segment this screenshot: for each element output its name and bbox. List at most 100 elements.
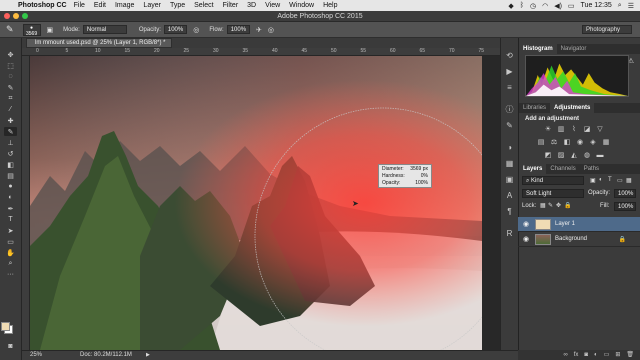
properties-panel-icon[interactable]: ≡ bbox=[504, 82, 516, 94]
color-lookup-icon[interactable]: ▦ bbox=[602, 139, 610, 146]
brush-preset-picker[interactable]: ● 3569 bbox=[20, 23, 41, 37]
close-window-button[interactable] bbox=[4, 13, 10, 19]
filter-type-icon[interactable]: T bbox=[608, 177, 612, 183]
tab-adjustments[interactable]: Adjustments bbox=[550, 103, 595, 113]
zoom-level[interactable]: 25% bbox=[30, 351, 42, 360]
levels-icon[interactable]: ▥ bbox=[557, 126, 565, 133]
canvas-area[interactable]: ➤ bbox=[30, 56, 518, 350]
filter-shape-icon[interactable]: ▭ bbox=[617, 177, 623, 184]
type-tool-icon[interactable]: T bbox=[4, 215, 17, 224]
layer-filter-kind-dropdown[interactable]: ⌕ Kind bbox=[522, 176, 584, 185]
dropbox-icon[interactable]: ◆ bbox=[508, 2, 513, 10]
brush-panel-toggle-icon[interactable]: ▣ bbox=[47, 26, 54, 34]
lock-transparent-icon[interactable]: ▦ bbox=[540, 202, 546, 209]
gradient-tool-icon[interactable]: ▤ bbox=[4, 171, 17, 180]
new-layer-icon[interactable]: ⊞ bbox=[615, 350, 620, 360]
tab-libraries[interactable]: Libraries bbox=[519, 103, 550, 113]
blend-mode-dropdown[interactable]: Soft Light bbox=[522, 189, 584, 198]
styles-panel-icon[interactable]: ▣ bbox=[504, 174, 516, 186]
menu-filter[interactable]: Filter bbox=[223, 2, 239, 9]
lock-position-icon[interactable]: ✥ bbox=[556, 202, 561, 209]
brush-panel-icon[interactable]: ✎ bbox=[504, 120, 516, 132]
app-menu[interactable]: Photoshop CC bbox=[18, 2, 67, 9]
menu-view[interactable]: View bbox=[265, 2, 280, 9]
healing-brush-tool-icon[interactable]: ✚ bbox=[4, 116, 17, 125]
eyedropper-tool-icon[interactable]: ⁄ bbox=[4, 105, 17, 114]
path-selection-tool-icon[interactable]: ➤ bbox=[4, 226, 17, 235]
brush-tool-preset-icon[interactable]: ✎ bbox=[6, 24, 14, 35]
layer-name[interactable]: Background bbox=[555, 236, 587, 242]
move-tool-icon[interactable]: ✥ bbox=[4, 50, 17, 59]
tab-navigator[interactable]: Navigator bbox=[557, 44, 591, 54]
menu-layer[interactable]: Layer bbox=[143, 2, 161, 9]
wifi-icon[interactable]: ◠ bbox=[542, 2, 548, 10]
selective-color-icon[interactable]: ◍ bbox=[583, 152, 591, 159]
layer-row-layer-1[interactable]: ◉ Layer 1 bbox=[518, 217, 640, 232]
fill-field[interactable]: 100% bbox=[614, 202, 636, 211]
dodge-tool-icon[interactable]: ◐ bbox=[4, 193, 17, 202]
link-layers-icon[interactable]: ∞ bbox=[563, 350, 567, 360]
pen-tool-icon[interactable]: ✒ bbox=[4, 204, 17, 213]
pressure-opacity-icon[interactable]: ◎ bbox=[193, 26, 199, 34]
color-panel-icon[interactable]: ◑ bbox=[504, 142, 516, 154]
color-balance-icon[interactable]: ⚖ bbox=[550, 139, 558, 146]
marquee-tool-icon[interactable]: ⬚ bbox=[4, 61, 17, 70]
info-panel-icon[interactable]: ⓘ bbox=[504, 104, 516, 116]
mode-dropdown[interactable]: Normal bbox=[82, 25, 127, 34]
menu-select[interactable]: Select bbox=[194, 2, 213, 9]
menu-help[interactable]: Help bbox=[323, 2, 337, 9]
add-mask-icon[interactable]: ◙ bbox=[584, 350, 588, 360]
threshold-icon[interactable]: ◭ bbox=[570, 152, 578, 159]
status-menu-icon[interactable]: ▶ bbox=[146, 351, 150, 360]
filter-pixel-icon[interactable]: ▣ bbox=[590, 177, 596, 184]
hue-saturation-icon[interactable]: ▤ bbox=[537, 139, 545, 146]
hand-tool-icon[interactable]: ✋ bbox=[4, 248, 17, 257]
minimize-window-button[interactable] bbox=[13, 13, 19, 19]
posterize-icon[interactable]: ▨ bbox=[557, 152, 565, 159]
foreground-color-swatch[interactable] bbox=[1, 322, 10, 331]
paragraph-panel-icon[interactable]: ¶ bbox=[504, 206, 516, 218]
opacity-field[interactable]: 100% bbox=[163, 25, 188, 34]
brush-tool-icon[interactable]: ✎ bbox=[4, 127, 17, 136]
tab-histogram[interactable]: Histogram bbox=[519, 44, 557, 54]
blur-tool-icon[interactable]: ● bbox=[4, 182, 17, 191]
brightness-contrast-icon[interactable]: ☀ bbox=[544, 126, 552, 133]
crop-tool-icon[interactable]: ⌗ bbox=[4, 94, 17, 103]
layer-opacity-field[interactable]: 100% bbox=[614, 189, 636, 198]
new-adjustment-layer-icon[interactable]: ◐ bbox=[594, 350, 598, 360]
layer-row-background[interactable]: ◉ Background 🔒 bbox=[518, 232, 640, 247]
lasso-tool-icon[interactable]: ◌ bbox=[4, 72, 17, 81]
quick-select-tool-icon[interactable]: ✎ bbox=[4, 83, 17, 92]
flow-field[interactable]: 100% bbox=[226, 25, 251, 34]
airbrush-icon[interactable]: ✈ bbox=[256, 26, 262, 34]
timeline-panel-icon[interactable]: R bbox=[504, 228, 516, 240]
menu-edit[interactable]: Edit bbox=[94, 2, 106, 9]
swatches-panel-icon[interactable]: ▦ bbox=[504, 158, 516, 170]
workspace-switcher[interactable]: Photography bbox=[582, 25, 632, 34]
document-tab[interactable]: lm mmount used.psd @ 25% (Layer 1, RGB/8… bbox=[26, 38, 172, 48]
menu-window[interactable]: Window bbox=[289, 2, 314, 9]
quick-mask-icon[interactable]: ◙ bbox=[4, 342, 17, 351]
menu-type[interactable]: Type bbox=[170, 2, 185, 9]
menu-3d[interactable]: 3D bbox=[247, 2, 256, 9]
clone-stamp-tool-icon[interactable]: ⊥ bbox=[4, 138, 17, 147]
visibility-eye-icon[interactable]: ◉ bbox=[521, 235, 531, 243]
actions-panel-icon[interactable]: ▶ bbox=[504, 66, 516, 78]
history-panel-icon[interactable]: ⟲ bbox=[504, 50, 516, 62]
visibility-eye-icon[interactable]: ◉ bbox=[521, 220, 531, 228]
exposure-icon[interactable]: ◪ bbox=[583, 126, 591, 133]
zoom-window-button[interactable] bbox=[22, 13, 28, 19]
curves-icon[interactable]: ⌇ bbox=[570, 126, 578, 133]
history-brush-tool-icon[interactable]: ↺ bbox=[4, 149, 17, 158]
filter-smart-object-icon[interactable]: ▦ bbox=[626, 177, 632, 184]
invert-icon[interactable]: ◩ bbox=[544, 152, 552, 159]
search-icon[interactable]: ⌕ bbox=[618, 2, 622, 10]
notifications-icon[interactable]: ☰ bbox=[628, 2, 634, 10]
lock-image-icon[interactable]: ✎ bbox=[548, 202, 553, 209]
channel-mixer-icon[interactable]: ◈ bbox=[589, 139, 597, 146]
eraser-tool-icon[interactable]: ◧ bbox=[4, 160, 17, 169]
more-tools-icon[interactable]: ··· bbox=[4, 270, 17, 279]
black-white-icon[interactable]: ◧ bbox=[563, 139, 571, 146]
time-machine-icon[interactable]: ◷ bbox=[530, 2, 536, 10]
menu-file[interactable]: File bbox=[74, 2, 85, 9]
